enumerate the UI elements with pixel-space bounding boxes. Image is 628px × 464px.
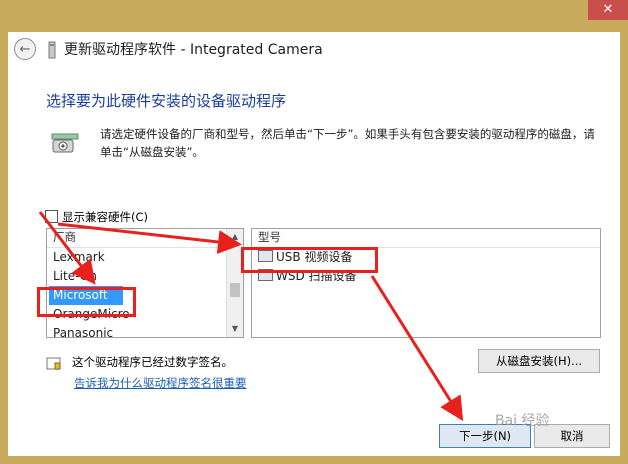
model-list[interactable]: 型号 USB 视频设备 WSD 扫描设备 <box>251 228 601 338</box>
model-header: 型号 <box>252 229 600 248</box>
wizard-dialog: ← 更新驱动程序软件 - Integrated Camera 选择要为此硬件安装… <box>8 32 620 456</box>
manufacturer-list[interactable]: 厂商 Lexmark Lite-On Microsoft OrangeMicro… <box>46 228 244 338</box>
back-button[interactable]: ← <box>14 38 36 60</box>
title-bar[interactable] <box>0 0 628 32</box>
scroll-thumb[interactable] <box>230 283 240 297</box>
manufacturer-scrollbar[interactable]: ▲ ▼ <box>226 229 243 337</box>
instructions-text: 请选定硬件设备的厂商和型号，然后单击“下一步”。如果手头有包含要安装的驱动程序的… <box>100 127 595 159</box>
page-heading: 选择要为此硬件安装的设备驱动程序 <box>46 92 287 110</box>
manufacturer-header: 厂商 <box>47 229 243 248</box>
manufacturer-item[interactable]: Panasonic <box>47 324 243 337</box>
manufacturer-item[interactable]: Lite-On <box>47 267 243 286</box>
signed-driver-icon <box>46 357 61 370</box>
close-button[interactable]: ✕ <box>588 0 628 20</box>
signed-status-text: 这个驱动程序已经过数字签名。 <box>72 355 233 369</box>
show-compatible-checkbox[interactable] <box>45 210 58 223</box>
baidu-watermark: Bai 经验 <box>495 413 550 429</box>
wizard-title: 更新驱动程序软件 - Integrated Camera <box>64 42 323 58</box>
have-disk-button[interactable]: 从磁盘安装(H)... <box>478 349 600 373</box>
scroll-down-icon[interactable]: ▼ <box>227 321 243 337</box>
highlight-microsoft <box>37 287 136 317</box>
signing-info-link[interactable]: 告诉我为什么驱动程序签名很重要 <box>74 375 247 391</box>
device-manager-icon <box>48 41 56 59</box>
scroll-up-icon[interactable]: ▲ <box>227 229 243 245</box>
manufacturer-item[interactable]: Lexmark <box>47 248 243 267</box>
camera-icon <box>51 133 79 153</box>
show-compatible-toggle[interactable]: 显示兼容硬件(C) <box>45 209 148 225</box>
highlight-usb-video <box>241 247 378 273</box>
wizard-header: ← 更新驱动程序软件 - Integrated Camera <box>8 32 620 70</box>
show-compatible-label: 显示兼容硬件(C) <box>62 210 149 224</box>
